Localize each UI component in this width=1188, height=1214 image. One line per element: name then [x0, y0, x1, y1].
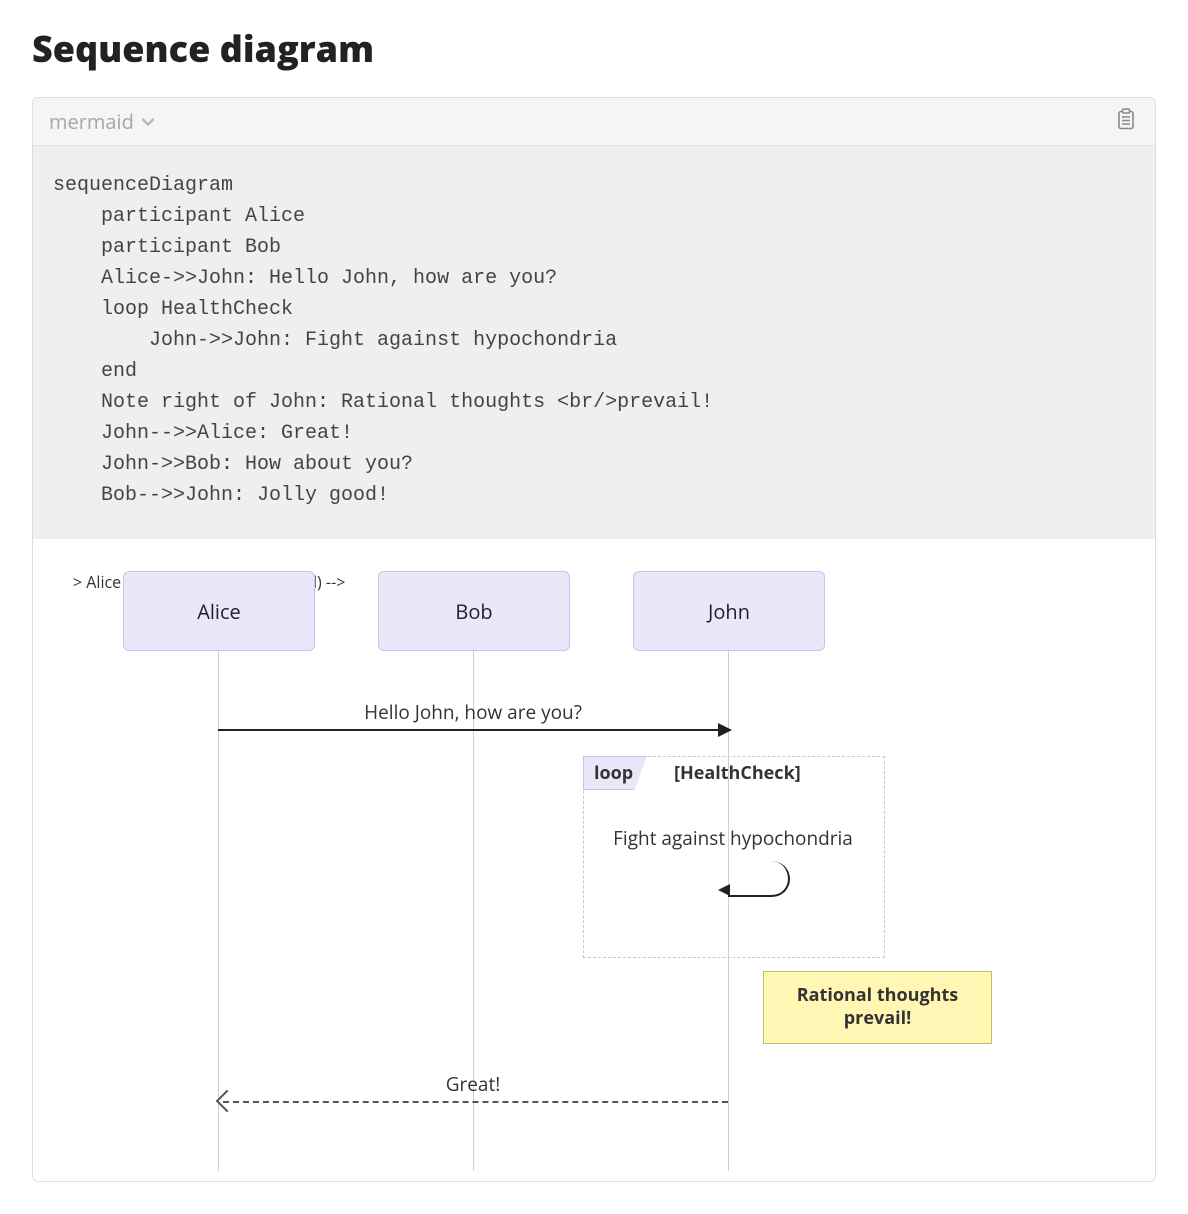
- page-title: Sequence diagram: [32, 24, 1156, 73]
- loop-frame: loop [HealthCheck]: [583, 756, 885, 958]
- participant-box-john: John: [633, 571, 825, 651]
- sequence-diagram: Alice Bob John Hello John, how are you? …: [73, 571, 1073, 1171]
- language-selector[interactable]: mermaid: [49, 108, 156, 135]
- code-content[interactable]: sequenceDiagram participant Alice partic…: [53, 170, 1135, 511]
- code-block: sequenceDiagram participant Alice partic…: [33, 146, 1155, 539]
- loop-title: [HealthCheck]: [674, 761, 801, 785]
- message-fight-label: Fight against hypochondria: [593, 825, 873, 851]
- code-card: mermaid: [32, 97, 1156, 1182]
- code-card-header: mermaid: [33, 98, 1155, 146]
- chevron-down-icon: [140, 114, 156, 130]
- copy-button[interactable]: [1113, 109, 1139, 135]
- note-line2: prevail!: [844, 1006, 911, 1030]
- language-label: mermaid: [49, 108, 134, 135]
- diagram-output: Alice Bob John Hello John, how are you? …: [33, 539, 1155, 1181]
- message-hello-label: Hello John, how are you?: [218, 699, 728, 725]
- message-great-label: Great!: [218, 1071, 728, 1097]
- clipboard-icon: [1116, 108, 1136, 135]
- note-line1: Rational thoughts: [797, 983, 958, 1007]
- participant-box-bob: Bob: [378, 571, 570, 651]
- self-loop-arrow: [728, 861, 790, 897]
- loop-tag: loop: [583, 756, 647, 790]
- participant-box-alice: Alice: [123, 571, 315, 651]
- diagram-note: Rational thoughts prevail!: [763, 971, 992, 1044]
